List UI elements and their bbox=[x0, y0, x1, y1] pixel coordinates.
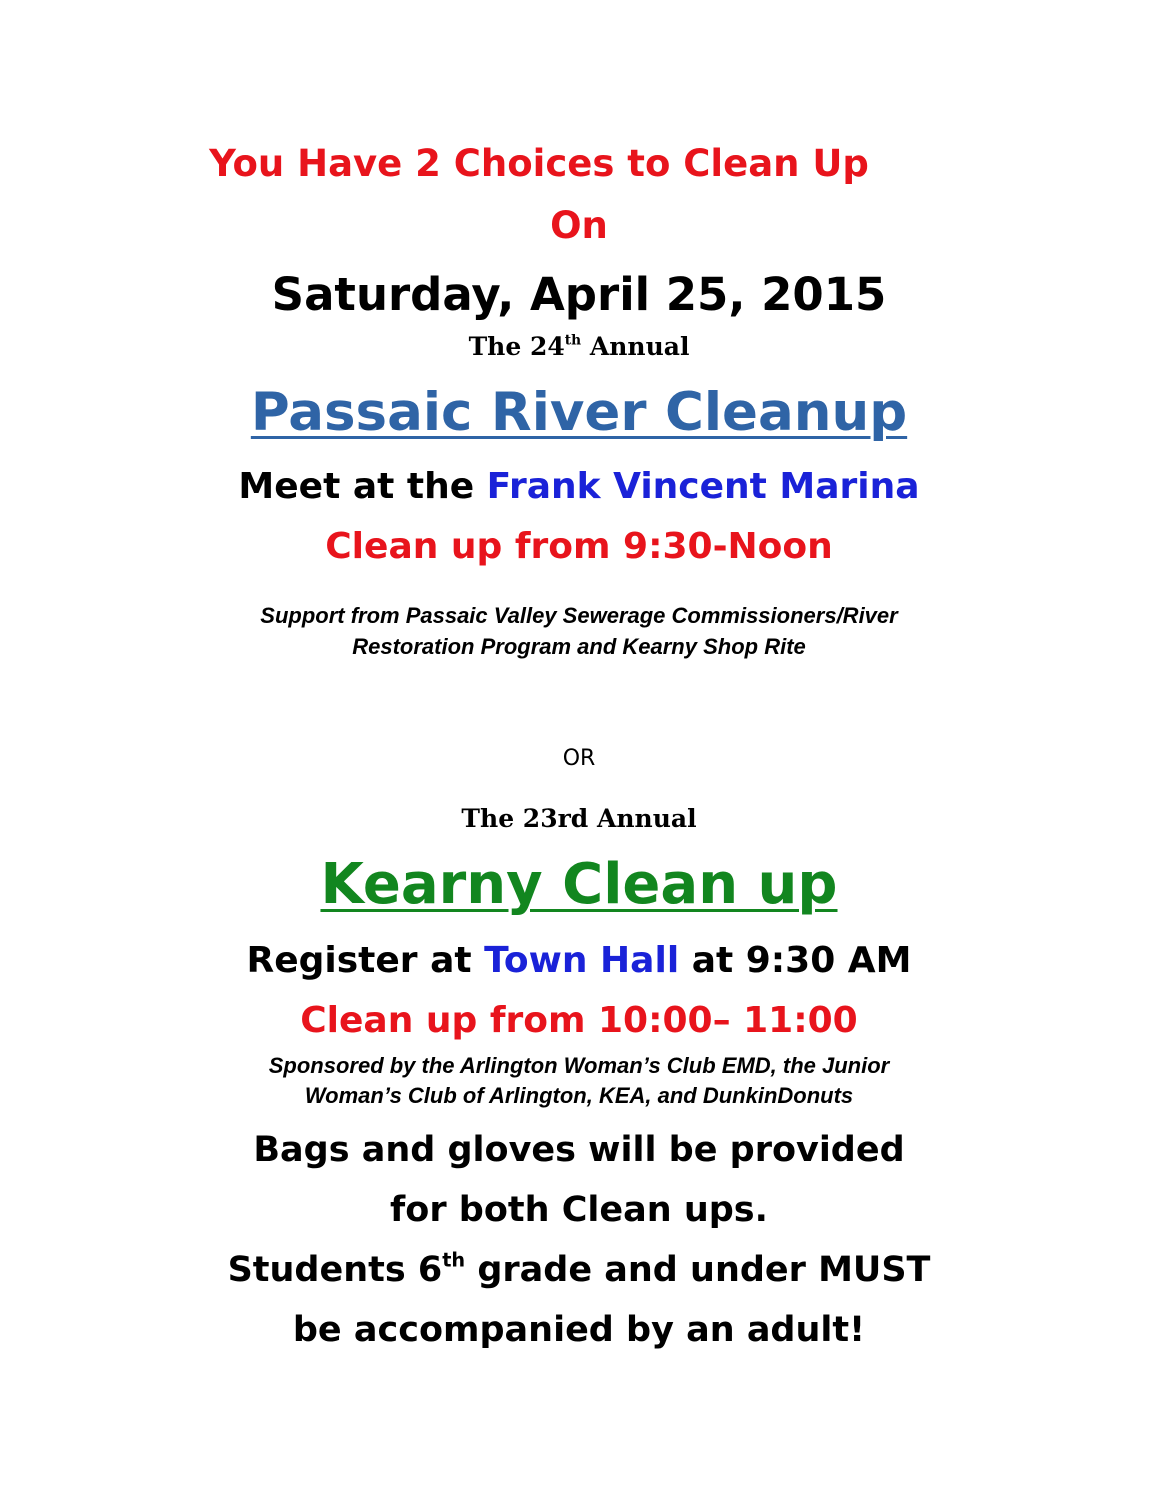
headline-on: On bbox=[550, 204, 608, 247]
kearny-title: Kearny Clean up bbox=[320, 852, 838, 917]
event-date: Saturday, April 25, 2015 bbox=[271, 268, 887, 321]
or-separator: OR bbox=[562, 746, 596, 771]
passaic-time: Clean up from 9:30-Noon bbox=[325, 526, 833, 567]
students-note: Students 6th grade and under MUST bbox=[227, 1248, 931, 1290]
students-note-cont: be accompanied by an adult! bbox=[292, 1310, 866, 1350]
passaic-title: Passaic River Cleanup bbox=[250, 382, 908, 443]
closing-notes: Bags and gloves will be provided for bot… bbox=[0, 1120, 1158, 1360]
passaic-support-note: Support from Passaic Valley Sewerage Com… bbox=[260, 603, 898, 659]
passaic-annual-label: The 24th Annual bbox=[468, 332, 690, 361]
headline-choices: You Have 2 Choices to Clean Up bbox=[209, 142, 869, 185]
kearny-sponsor-note: Sponsored by the Arlington Woman’s Club … bbox=[268, 1053, 890, 1108]
supplies-note-cont: for both Clean ups. bbox=[390, 1190, 768, 1230]
kearny-annual-label: The 23rd Annual bbox=[461, 804, 697, 833]
kearny-time: Clean up from 10:00– 11:00 bbox=[300, 1000, 858, 1041]
kearny-registration: Register at Town Hall at 9:30 AM bbox=[246, 940, 912, 981]
passaic-meeting-place: Meet at the Frank Vincent Marina bbox=[238, 466, 920, 507]
supplies-note: Bags and gloves will be provided bbox=[253, 1130, 905, 1170]
